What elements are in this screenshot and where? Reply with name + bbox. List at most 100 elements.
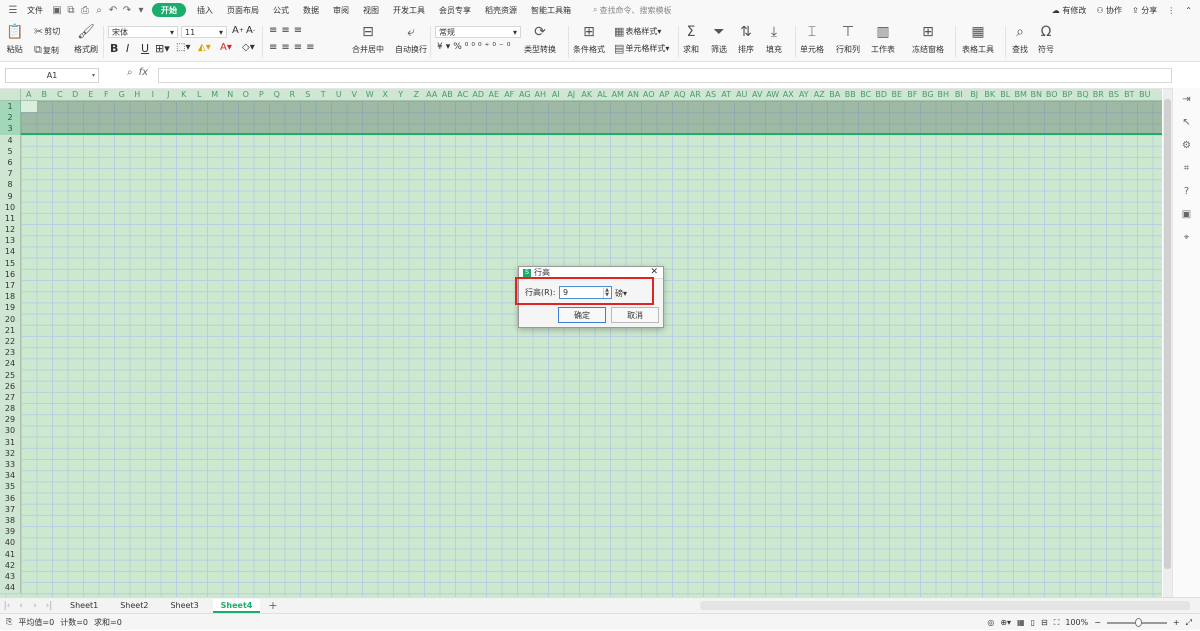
row-header-cell[interactable]: 13 xyxy=(0,235,20,246)
column-header-cell[interactable]: BE xyxy=(889,89,905,100)
column-header-cell[interactable]: J xyxy=(161,89,177,100)
row-header-cell[interactable]: 40 xyxy=(0,537,20,548)
column-header-cell[interactable]: S xyxy=(300,89,316,100)
column-header-cell[interactable]: AZ xyxy=(812,89,828,100)
column-header-cell[interactable]: Z xyxy=(409,89,425,100)
zoom-value[interactable]: 100% xyxy=(1065,618,1088,627)
format-painter-button[interactable]: 🖌 格式刷 xyxy=(74,23,98,55)
column-header-cell[interactable]: AL xyxy=(595,89,611,100)
row-header-cell[interactable]: 5 xyxy=(0,146,20,157)
cell-style-button[interactable]: ▤ 单元格样式 ▾ xyxy=(614,42,669,55)
column-header-cell[interactable]: C xyxy=(52,89,68,100)
formula-input[interactable] xyxy=(158,68,1172,83)
tab-review[interactable]: 审阅 xyxy=(326,0,356,20)
column-header-cell[interactable]: BR xyxy=(1091,89,1107,100)
sheet-tab-4[interactable]: Sheet4 xyxy=(212,598,261,613)
column-header-cell[interactable]: AH xyxy=(533,89,549,100)
ok-button[interactable]: 确定 xyxy=(558,307,606,323)
filter-button[interactable]: ⏷ 筛选 xyxy=(711,23,727,55)
cond-format-button[interactable]: ⊞ 条件格式 xyxy=(573,23,605,55)
column-header-cell[interactable]: BP xyxy=(1060,89,1076,100)
column-header-cell[interactable]: AG xyxy=(517,89,533,100)
row-header-cell[interactable]: 34 xyxy=(0,470,20,481)
row-header-cell[interactable]: 36 xyxy=(0,493,20,504)
column-header-cell[interactable]: BS xyxy=(1106,89,1122,100)
last-sheet-icon[interactable]: ›| xyxy=(42,601,56,611)
eye-protect-icon[interactable]: ◎ xyxy=(987,618,994,627)
column-header-cell[interactable]: AK xyxy=(579,89,595,100)
font-color-icon[interactable]: A▾ xyxy=(220,42,232,53)
preview-icon[interactable]: ⌕ xyxy=(92,0,106,20)
menu-icon[interactable]: ☰ xyxy=(6,0,20,20)
underline-button[interactable]: U xyxy=(141,42,149,55)
print-icon[interactable]: ⎙ xyxy=(78,0,92,20)
column-header-cell[interactable]: AP xyxy=(657,89,673,100)
column-header-cell[interactable]: AB xyxy=(440,89,456,100)
tab-formula[interactable]: 公式 xyxy=(266,0,296,20)
column-header-cell[interactable]: AN xyxy=(626,89,642,100)
crop-icon[interactable]: ⌗ xyxy=(1173,157,1200,180)
export-icon[interactable]: ⧉ xyxy=(64,0,78,20)
clear-format-icon[interactable]: ◇▾ xyxy=(242,42,255,53)
row-header-cell[interactable]: 7 xyxy=(0,168,20,179)
row-header-cell[interactable]: 4 xyxy=(0,135,20,146)
column-header-cell[interactable]: AV xyxy=(750,89,766,100)
vertical-scrollbar[interactable] xyxy=(1163,89,1172,597)
row-header-cell[interactable]: 24 xyxy=(0,358,20,369)
tab-developer[interactable]: 开发工具 xyxy=(386,0,432,20)
find-button[interactable]: ⌕ 查找 xyxy=(1012,23,1028,55)
row-header-cell[interactable]: 44 xyxy=(0,582,20,593)
select-all-corner[interactable] xyxy=(0,89,21,101)
row-header-cell[interactable]: 19 xyxy=(0,302,20,313)
tab-insert[interactable]: 插入 xyxy=(190,0,220,20)
menu-file[interactable]: 文件 xyxy=(20,0,50,20)
zoom-out-icon[interactable]: − xyxy=(1094,618,1101,627)
column-header-cell[interactable]: H xyxy=(130,89,146,100)
column-header-cell[interactable]: AF xyxy=(502,89,518,100)
column-header-cell[interactable]: M xyxy=(207,89,223,100)
column-header-cell[interactable]: P xyxy=(254,89,270,100)
page-layout-view-icon[interactable]: ▯ xyxy=(1031,618,1035,627)
tab-data[interactable]: 数据 xyxy=(296,0,326,20)
number-tools-group[interactable]: ¥▾%⁰⁰⁰⁺⁰⁻⁰ xyxy=(437,42,513,52)
column-header-cell[interactable]: AM xyxy=(610,89,626,100)
column-header-cell[interactable]: Y xyxy=(393,89,409,100)
help-icon[interactable]: ? xyxy=(1173,180,1200,203)
column-header-cell[interactable]: G xyxy=(114,89,130,100)
row-header-cell[interactable]: 10 xyxy=(0,202,20,213)
row-header-cell[interactable]: 15 xyxy=(0,258,20,269)
column-header-cell[interactable]: BO xyxy=(1044,89,1060,100)
sheet-tab-3[interactable]: Sheet3 xyxy=(162,601,206,610)
column-header-cell[interactable]: F xyxy=(99,89,115,100)
macro-icon[interactable]: ⎘ xyxy=(6,617,12,627)
modified-button[interactable]: ☁ 有修改 xyxy=(1052,5,1087,16)
italic-button[interactable]: I xyxy=(126,42,129,55)
row-header-cell[interactable]: 33 xyxy=(0,459,20,470)
column-header-cell[interactable]: L xyxy=(192,89,208,100)
column-header-cell[interactable]: N xyxy=(223,89,239,100)
column-header-cell[interactable]: BC xyxy=(858,89,874,100)
column-header-cell[interactable]: AX xyxy=(781,89,797,100)
column-header-cell[interactable]: BA xyxy=(827,89,843,100)
copy-button[interactable]: ⧉ 复制 xyxy=(34,43,59,57)
symbol-button[interactable]: Ω 符号 xyxy=(1038,23,1054,55)
row-header-cell[interactable]: 27 xyxy=(0,392,20,403)
first-sheet-icon[interactable]: |‹ xyxy=(0,601,14,611)
location-icon[interactable]: ⌖ xyxy=(1173,226,1200,249)
zoom-in-icon[interactable]: + xyxy=(1173,618,1180,627)
bold-button[interactable]: B xyxy=(110,42,118,55)
tab-docer[interactable]: 稻壳资源 xyxy=(478,0,524,20)
row-header-cell[interactable]: 28 xyxy=(0,403,20,414)
column-header-cell[interactable]: Q xyxy=(269,89,285,100)
spreadsheet-grid[interactable]: A B C D E F G H I J K L M N O P Q R S T U V W X Y Z AA AB AC AD AE AF AG… xyxy=(0,89,1162,597)
tab-smart-toolbox[interactable]: 智能工具箱 xyxy=(524,0,578,20)
column-header-cell[interactable]: A xyxy=(21,89,37,100)
row-header-cell[interactable]: 11 xyxy=(0,213,20,224)
wrap-text-button[interactable]: ⤶ 自动换行 xyxy=(395,23,427,55)
cell-button[interactable]: ⌶ 单元格 xyxy=(800,23,824,55)
column-header-cell[interactable]: AO xyxy=(641,89,657,100)
column-header-cell[interactable]: AU xyxy=(734,89,750,100)
freeze-button[interactable]: ⊞ 冻结窗格 xyxy=(912,23,944,55)
row-header-cell[interactable]: 8 xyxy=(0,179,20,190)
column-header-cell[interactable]: AD xyxy=(471,89,487,100)
